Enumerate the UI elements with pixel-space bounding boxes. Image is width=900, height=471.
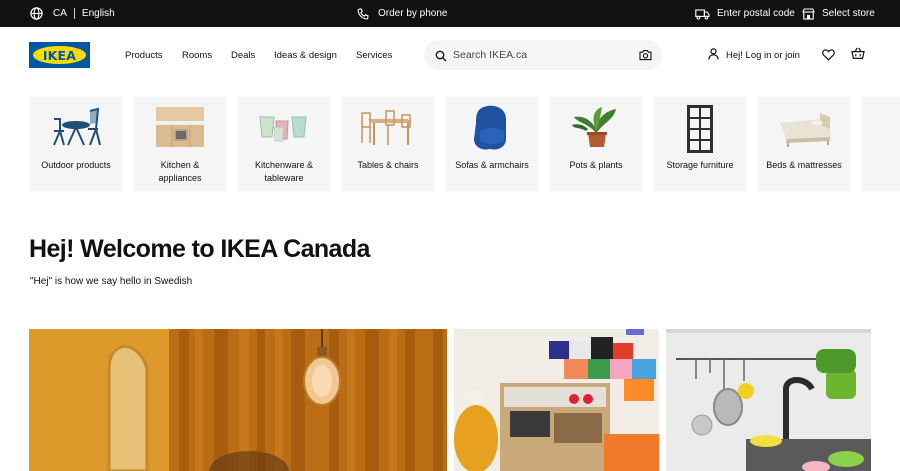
category-label: Tables & chairs <box>357 160 419 170</box>
welcome-subtitle: "Hej" is how we say hello in Swedish <box>30 276 193 287</box>
cart-icon[interactable] <box>851 47 865 65</box>
category-tile-outdoor[interactable]: Outdoor products <box>30 97 122 191</box>
login-label: Hej! Log in or join <box>726 49 800 61</box>
category-carousel: Outdoor products Kitchen & appliances Ki… <box>30 97 900 191</box>
login-button[interactable]: Hej! Log in or join <box>708 27 800 83</box>
order-by-phone-label: Order by phone <box>378 8 448 19</box>
bed-icon <box>774 105 834 149</box>
category-label: Kitchen & appliances <box>158 160 202 183</box>
hero-image-play-kitchen[interactable] <box>454 329 659 471</box>
welcome-heading: Hej! Welcome to IKEA Canada <box>29 235 370 263</box>
glasses-icon <box>254 105 314 149</box>
category-tile-plants[interactable]: Pots & plants <box>550 97 642 191</box>
postal-code-button[interactable]: Enter postal code <box>695 0 795 27</box>
category-label: Pots & plants <box>569 160 623 170</box>
heart-icon[interactable] <box>822 48 835 66</box>
hero-image-living-room[interactable] <box>29 329 447 471</box>
order-by-phone-link[interactable]: Order by phone <box>357 0 448 27</box>
category-tile-kitchen[interactable]: Kitchen & appliances <box>134 97 226 191</box>
hero-image-kitchen-sink[interactable] <box>666 329 871 471</box>
dining-table-icon <box>358 105 418 149</box>
nav-rooms[interactable]: Rooms <box>182 27 212 83</box>
shelf-unit-icon <box>670 105 730 153</box>
phone-icon <box>357 7 369 20</box>
main-header: IKEA Products Rooms Deals Ideas & design… <box>0 27 900 83</box>
kitchen-cabinet-icon <box>150 105 210 149</box>
top-bar: CA English Order by phone Enter postal c… <box>0 0 900 27</box>
select-store-label: Select store <box>822 8 875 19</box>
country-code: CA <box>53 8 67 19</box>
divider <box>73 8 75 19</box>
search-input[interactable] <box>453 40 623 70</box>
postal-code-label: Enter postal code <box>717 8 795 19</box>
truck-icon <box>695 8 710 20</box>
category-tile-tables[interactable]: Tables & chairs <box>342 97 434 191</box>
logo-text: IKEA <box>42 47 77 63</box>
ikea-logo[interactable]: IKEA <box>29 42 90 68</box>
store-icon <box>802 7 815 20</box>
user-icon <box>708 47 719 63</box>
outdoor-table-chairs-icon <box>46 105 106 149</box>
search-icon <box>435 49 447 67</box>
category-tile-next[interactable] <box>862 97 900 191</box>
category-label: Beds & mattresses <box>766 160 842 170</box>
locale-selector[interactable]: CA English <box>30 0 115 27</box>
nav-deals[interactable]: Deals <box>231 27 255 83</box>
language-label: English <box>81 8 115 19</box>
category-label: Sofas & armchairs <box>455 160 529 170</box>
nav-ideas-design[interactable]: Ideas & design <box>274 27 337 83</box>
category-tile-beds[interactable]: Beds & mattresses <box>758 97 850 191</box>
category-label: Outdoor products <box>41 160 111 170</box>
select-store-button[interactable]: Select store <box>802 0 875 27</box>
camera-search-icon[interactable] <box>639 48 652 66</box>
globe-icon <box>30 7 43 20</box>
logo-oval: IKEA <box>33 46 86 64</box>
nav-services[interactable]: Services <box>356 27 392 83</box>
category-tile-kitchenware[interactable]: Kitchenware & tableware <box>238 97 330 191</box>
category-tile-sofas[interactable]: Sofas & armchairs <box>446 97 538 191</box>
potted-plant-icon <box>566 105 626 149</box>
category-tile-storage[interactable]: Storage furniture <box>654 97 746 191</box>
category-label: Storage furniture <box>666 160 734 170</box>
category-label: Kitchenware & tableware <box>254 160 314 183</box>
armchair-icon <box>462 105 522 150</box>
nav-products[interactable]: Products <box>125 27 163 83</box>
search-bar[interactable] <box>424 40 662 70</box>
